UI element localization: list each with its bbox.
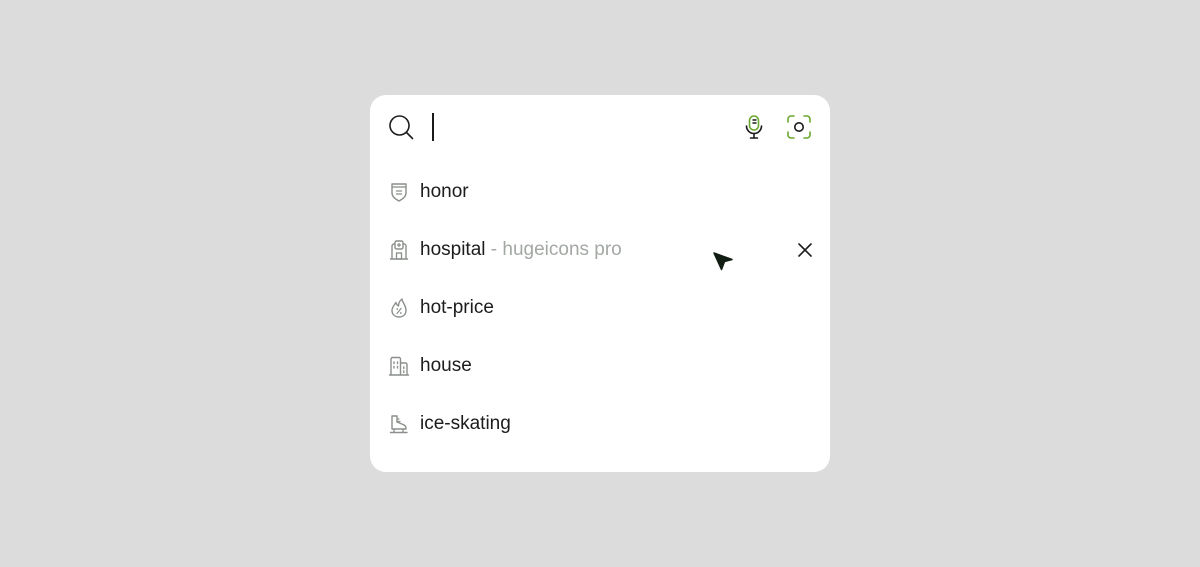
suggestion-list: honor hospital - hugeicons pro hot-price… [370,163,830,453]
building-icon [388,356,410,376]
suggestion-label: honor [420,181,469,203]
suggestion-text: house [420,355,472,376]
close-icon[interactable] [794,239,816,261]
suggestion-text: honor [420,181,469,202]
suggestion-source: - hugeicons pro [485,239,622,260]
search-bar [370,95,830,159]
search-panel: honor hospital - hugeicons pro hot-price… [370,95,830,472]
camera-scan-icon[interactable] [785,113,813,141]
ice-skate-icon [389,415,408,434]
suggestion-item[interactable]: hot-price [370,279,830,337]
microphone-icon[interactable] [740,113,768,141]
badge-icon [391,183,407,202]
suggestion-item[interactable]: ice-skating [370,395,830,453]
suggestion-text: hospital [420,239,486,260]
text-caret [432,113,434,141]
search-input[interactable] [430,112,720,142]
suggestion-item-hovered[interactable]: hospital - hugeicons pro [370,221,830,279]
suggestion-label: hospital - hugeicons pro [420,239,622,261]
suggestion-text: ice-skating [420,413,511,434]
suggestion-item[interactable]: honor [370,163,830,221]
discount-flame-icon [391,298,407,318]
hospital-icon [389,240,409,260]
suggestion-text: hot-price [420,297,494,318]
suggestion-label: hot-price [420,297,494,319]
suggestion-item[interactable]: house [370,337,830,395]
suggestion-label: ice-skating [420,413,511,435]
screen: honor hospital - hugeicons pro hot-price… [0,0,1200,567]
suggestion-label: house [420,355,472,377]
search-icon [389,115,414,140]
